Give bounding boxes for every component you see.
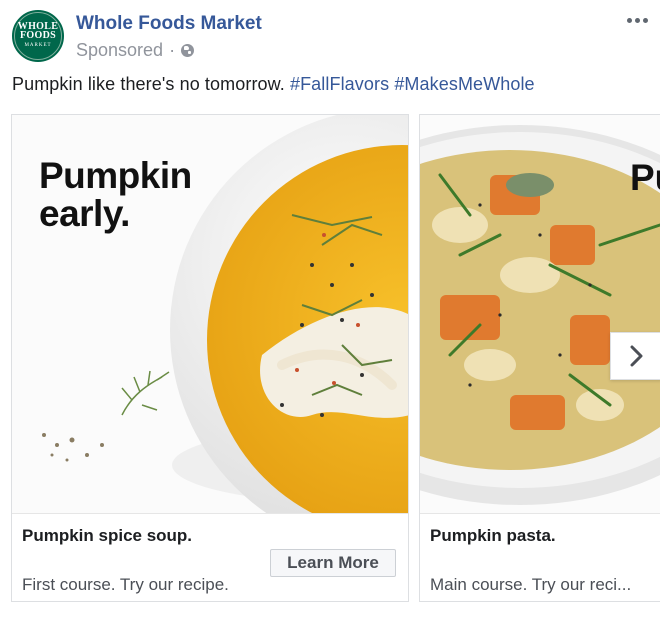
- more-options-icon[interactable]: [627, 18, 648, 23]
- carousel-next-button[interactable]: [610, 332, 660, 380]
- post-message-text: Pumpkin like there's no tomorrow.: [12, 74, 285, 94]
- soup-image[interactable]: Pumpkin early.: [12, 115, 408, 513]
- card-footer: Pumpkin spice soup. First course. Try ou…: [12, 513, 408, 601]
- card-title[interactable]: Pumpkin spice soup.: [22, 526, 192, 546]
- pasta-image[interactable]: Pu: [420, 115, 660, 513]
- meta-separator: ·: [169, 40, 176, 60]
- whole-foods-logo: WHOLE FOODS MARKET: [14, 12, 62, 60]
- sponsored-label[interactable]: Sponsored: [76, 40, 163, 61]
- card-title[interactable]: Pumpkin pasta.: [430, 526, 556, 546]
- chevron-right-icon: [630, 345, 642, 367]
- post-message: Pumpkin like there's no tomorrow. #FallF…: [12, 74, 535, 95]
- card-description: Main course. Try our reci...: [430, 575, 632, 594]
- card-description: First course. Try our recipe.: [22, 575, 229, 594]
- logo-text-line2: FOODS: [20, 30, 56, 41]
- logo-text-line3: MARKET: [24, 43, 52, 48]
- pasta-bowl-illustration: [420, 115, 660, 513]
- image-headline-line: early.: [39, 193, 130, 234]
- card-footer: Pumpkin pasta. Main course. Try our reci…: [420, 513, 660, 601]
- page-avatar[interactable]: WHOLE FOODS MARKET: [12, 10, 64, 62]
- carousel-card[interactable]: Pumpkin early. Pumpkin spice soup. First…: [11, 114, 409, 602]
- image-headline: Pumpkin early.: [39, 157, 192, 233]
- image-headline-line: Pumpkin: [39, 155, 192, 196]
- learn-more-button[interactable]: Learn More: [270, 549, 396, 577]
- globe-icon[interactable]: [181, 44, 195, 57]
- post-header: WHOLE FOODS MARKET Whole Foods Market Sp…: [12, 10, 660, 66]
- hashtag-link[interactable]: #FallFlavors: [290, 74, 389, 94]
- post-meta: Sponsored ·: [76, 40, 195, 61]
- image-headline: Pu: [630, 157, 660, 198]
- page-name-link[interactable]: Whole Foods Market: [76, 13, 262, 35]
- hashtag-link[interactable]: #MakesMeWhole: [394, 74, 534, 94]
